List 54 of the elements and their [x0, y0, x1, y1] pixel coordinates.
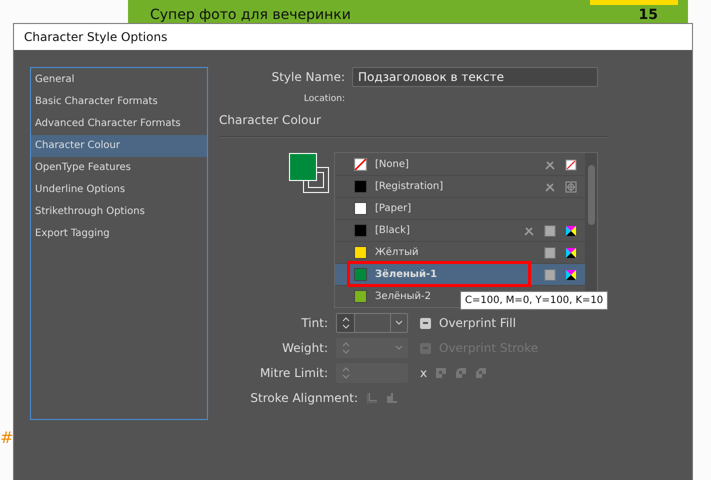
- field-label: Stroke Alignment:: [249, 391, 358, 405]
- sidebar-item[interactable]: Export Tagging: [31, 223, 207, 245]
- swatch-name: Зёленый-1: [375, 269, 438, 280]
- sidebar-item[interactable]: Basic Character Formats: [31, 91, 207, 113]
- align-outside-icon[interactable]: [386, 392, 398, 404]
- field-label: Mitre Limit:: [258, 366, 328, 380]
- miter-join-icon[interactable]: [435, 367, 448, 379]
- bevel-join-icon[interactable]: [475, 367, 488, 379]
- sidebar-item[interactable]: Underline Options: [31, 179, 207, 201]
- tint-field[interactable]: [336, 313, 408, 333]
- none-swatch-icon: [354, 158, 367, 171]
- headline-text: Супер фото для вечеринки: [150, 7, 351, 23]
- style-name-field[interactable]: Подзаголовок в тексте: [352, 67, 598, 87]
- field-label: Location:: [302, 94, 345, 104]
- caret-icon[interactable]: [395, 320, 403, 326]
- page-number: 15: [638, 7, 658, 23]
- sidebar-item[interactable]: Character Colour: [31, 135, 207, 157]
- sidebar-item[interactable]: General: [31, 69, 207, 91]
- swatch-name: [Black]: [375, 225, 410, 236]
- swatch-name: [Registration]: [375, 181, 444, 192]
- swatch-name: [Paper]: [375, 203, 412, 214]
- window-title: Character Style Options: [24, 30, 168, 44]
- align-inside-icon[interactable]: [366, 392, 378, 404]
- sidebar-item[interactable]: Advanced Character Formats: [31, 113, 207, 135]
- unit-label: x: [420, 366, 428, 380]
- checker-icon: [544, 224, 556, 236]
- cmyk-icon: [565, 246, 577, 258]
- swatch-row[interactable]: [Registration]: [335, 176, 585, 198]
- field-label: Weight:: [281, 341, 328, 355]
- sidebar-item[interactable]: OpenType Features: [31, 157, 207, 179]
- swatch-row[interactable]: Зёленый-1: [335, 264, 585, 286]
- field-label: Style Name:: [270, 70, 345, 84]
- field-label: Tint:: [300, 316, 328, 330]
- stepper-icon[interactable]: [342, 316, 350, 330]
- mitre-limit-field[interactable]: [336, 363, 408, 383]
- swatch-row[interactable]: [Black]: [335, 220, 585, 242]
- checkbox-label: Overprint Fill: [439, 316, 516, 330]
- registration-icon: [565, 180, 577, 192]
- overprint-fill-checkbox[interactable]: [420, 318, 431, 328]
- swatch-name: Жёлтый: [375, 247, 419, 258]
- cmyk-icon: [565, 268, 577, 280]
- round-join-icon[interactable]: [455, 367, 468, 379]
- swatch-row[interactable]: [None]: [335, 154, 585, 176]
- margin-glyph: #: [0, 428, 14, 447]
- cmyk-icon: [565, 224, 577, 236]
- checker-icon: [544, 246, 556, 258]
- swatch-name: Зелёный-2: [375, 291, 432, 302]
- checker-icon: [544, 268, 556, 280]
- sidebar-item[interactable]: Strikethrough Options: [31, 201, 207, 223]
- swatch-row[interactable]: [Paper]: [335, 198, 585, 220]
- tooltip: C=100, M=0, Y=100, K=10: [460, 291, 608, 310]
- none-icon: [565, 158, 577, 170]
- swatch-name: [None]: [375, 159, 409, 170]
- section-title: Character Colour: [219, 113, 322, 129]
